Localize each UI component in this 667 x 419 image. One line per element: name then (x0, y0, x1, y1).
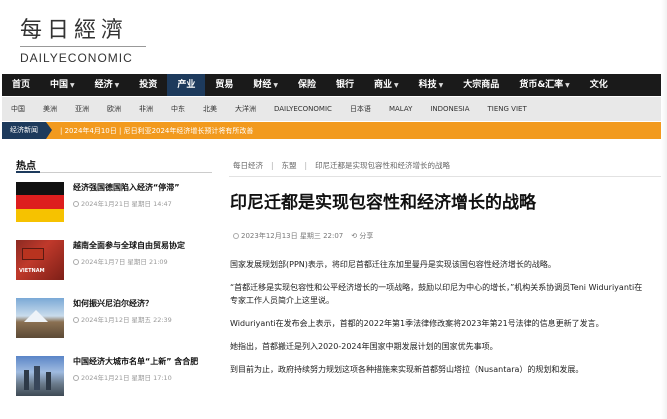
article-paragraph: 她指出，首都搬迁是列入2020-2024年国家中期发展计划的国家优先事项。 (230, 342, 498, 351)
clock-icon (73, 259, 79, 265)
city-skyline-thumbnail[interactable] (16, 356, 64, 396)
hot-item-headline[interactable]: 越南全面参与全球自由贸易协定 (73, 240, 216, 251)
region-item[interactable]: 大洋洲 (226, 104, 265, 114)
hot-item-date: 2024年1月21日 星期日 14:47 (81, 200, 172, 208)
nav-item-industry[interactable]: 产业 (167, 74, 206, 96)
ticker-arrow-icon (46, 122, 52, 139)
hot-item-date: 2024年1月12日 星期五 22:39 (81, 316, 172, 324)
article-date: 2023年12月13日 星期三 22:07 (241, 232, 344, 240)
vietnam-trade-thumbnail[interactable]: VIETNAM (16, 240, 64, 280)
hot-item[interactable]: 经济强国德国陷入经济“停滞” 2024年1月21日 星期日 14:47 (16, 182, 216, 240)
logo-chinese: 每日經濟 (20, 18, 129, 43)
article-paragraph: Widuriyanti在发布会上表示，首都的2022年第1季法律修改案将2023… (230, 319, 604, 328)
nav-item-culture[interactable]: 文化 (580, 74, 618, 96)
nav-item-home[interactable]: 首页 (2, 74, 40, 96)
region-item[interactable]: DAILYECONOMIC (265, 105, 341, 113)
nav-item-tech[interactable]: 科技 ▼ (409, 74, 454, 96)
chevron-down-icon: ▼ (565, 82, 570, 89)
hot-list: 经济强国德国陷入经济“停滞” 2024年1月21日 星期日 14:47 VIET… (16, 182, 216, 414)
region-item[interactable]: 美洲 (34, 104, 66, 114)
clock-icon (73, 201, 79, 207)
sidebar-title: 热点 (16, 161, 36, 172)
nav-item-trade[interactable]: 贸易 (205, 74, 243, 96)
share-label: 分享 (359, 232, 374, 240)
hot-item-headline[interactable]: 中国经济大城市名单“上新” 含合肥 (73, 356, 216, 367)
breadcrumb: 每日经济 | 东盟 | 印尼迁都是实现包容性和经济增长的战略 (233, 160, 450, 171)
ticker-headline[interactable]: | 2024年4月10日 | 尼日利亚2024年经济增长预计将有所改善 (60, 126, 253, 136)
region-item[interactable]: 欧洲 (98, 104, 130, 114)
article-meta: 2023年12月13日 星期三 22:07 ⟲ 分享 (233, 231, 373, 241)
nav-item-finance[interactable]: 财经 ▼ (243, 74, 288, 96)
chevron-down-icon: ▼ (438, 82, 444, 89)
region-item[interactable]: 北美 (194, 104, 226, 114)
clock-icon (73, 317, 79, 323)
nav-item-currency[interactable]: 货币&汇率 ▼ (509, 74, 579, 96)
region-nav: 中国 美洲 亚洲 欧洲 非洲 中东 北美 大洋洲 DAILYECONOMIC 日… (2, 97, 662, 121)
hot-item-date: 2024年1月21日 星期日 17:10 (81, 374, 172, 382)
article-title: 印尼迁都是实现包容性和经济增长的战略 (230, 193, 536, 213)
region-item[interactable]: TIENG VIET (479, 105, 536, 113)
region-item[interactable]: 非洲 (130, 104, 162, 114)
clock-icon (73, 375, 79, 381)
ticker-label: 经济新闻 (2, 122, 46, 139)
news-ticker: 经济新闻 | 2024年4月10日 | 尼日利亚2024年经济增长预计将有所改善 (2, 122, 662, 139)
region-item[interactable]: MALAY (380, 105, 421, 113)
nav-item-commodities[interactable]: 大宗商品 (453, 74, 509, 96)
nav-item-bank[interactable]: 银行 (326, 74, 364, 96)
nav-item-insurance[interactable]: 保险 (288, 74, 326, 96)
nav-item-economy[interactable]: 经济 ▼ (85, 74, 130, 96)
region-item[interactable]: 日本语 (341, 104, 380, 114)
chevron-down-icon: ▼ (394, 82, 399, 89)
sidebar-divider (16, 172, 212, 173)
hot-item-headline[interactable]: 如何振兴尼泊尔经济？ (73, 298, 216, 309)
share-icon: ⟲ (351, 232, 358, 240)
breadcrumb-separator: | (271, 161, 274, 170)
article-paragraph: 到目前为止，政府持续努力规划这项各种措施来实现新首都努山塔拉（Nusantara… (230, 365, 584, 374)
nepal-landscape-thumbnail[interactable] (16, 298, 64, 338)
hot-item[interactable]: 中国经济大城市名单“上新” 含合肥 2024年1月21日 星期日 17:10 (16, 356, 216, 414)
nav-item-investment[interactable]: 投资 (129, 74, 167, 96)
article-paragraph: 国家发展规划部(PPN)表示，将印尼首都迁往东加里曼丹是实现该国包容性经济增长的… (230, 260, 556, 269)
region-item[interactable]: 中东 (162, 104, 194, 114)
page: 每日經濟 DAILYECONOMIC 首页 中国 ▼ 经济 ▼ 投资 产业 贸易 财… (0, 0, 667, 419)
clock-icon (233, 233, 239, 239)
nav-item-china[interactable]: 中国 ▼ (40, 74, 85, 96)
article-paragraph: “首都迁移是实现包容性和公平经济增长的一项战略，鼓励以印尼为中心的增长，”机构关… (230, 283, 643, 305)
breadcrumb-home[interactable]: 每日经济 (233, 161, 263, 170)
breadcrumb-current: 印尼迁都是实现包容性和经济增长的战略 (315, 161, 451, 170)
breadcrumb-category[interactable]: 东盟 (282, 161, 297, 170)
region-item[interactable]: INDONESIA (421, 105, 478, 113)
chevron-down-icon: ▼ (114, 82, 120, 89)
share-button[interactable]: ⟲ 分享 (351, 232, 373, 240)
breadcrumb-separator: | (304, 161, 308, 170)
nav-item-business[interactable]: 商业 ▼ (364, 74, 409, 96)
hot-item[interactable]: 如何振兴尼泊尔经济？ 2024年1月12日 星期五 22:39 (16, 298, 216, 356)
site-logo[interactable]: 每日經濟 DAILYECONOMIC (20, 12, 146, 65)
logo-divider (20, 46, 146, 47)
region-item[interactable]: 亚洲 (66, 104, 98, 114)
hot-item-headline[interactable]: 经济强国德国陷入经济“停滞” (73, 182, 216, 193)
breadcrumb-divider (229, 176, 661, 177)
sidebar-divider-accent (16, 171, 40, 173)
main-nav: 首页 中国 ▼ 经济 ▼ 投资 产业 贸易 财经 ▼ 保险 银行 商业 ▼ 科技 ▼ 大宗… (2, 74, 662, 96)
germany-flag-thumbnail[interactable] (16, 182, 64, 222)
hot-item-date: 2024年1月7日 星期日 21:09 (81, 258, 168, 266)
article-body: 国家发展规划部(PPN)表示，将印尼首都迁往东加里曼丹是实现该国包容性经济增长的… (230, 258, 650, 386)
chevron-down-icon: ▼ (70, 82, 75, 89)
chevron-down-icon: ▼ (273, 82, 278, 89)
region-item[interactable]: 中国 (2, 104, 34, 114)
logo-english: DAILYECONOMIC (20, 51, 133, 65)
hot-item[interactable]: VIETNAM 越南全面参与全球自由贸易协定 2024年1月7日 星期日 21:… (16, 240, 216, 298)
scroll-edge (661, 0, 667, 419)
